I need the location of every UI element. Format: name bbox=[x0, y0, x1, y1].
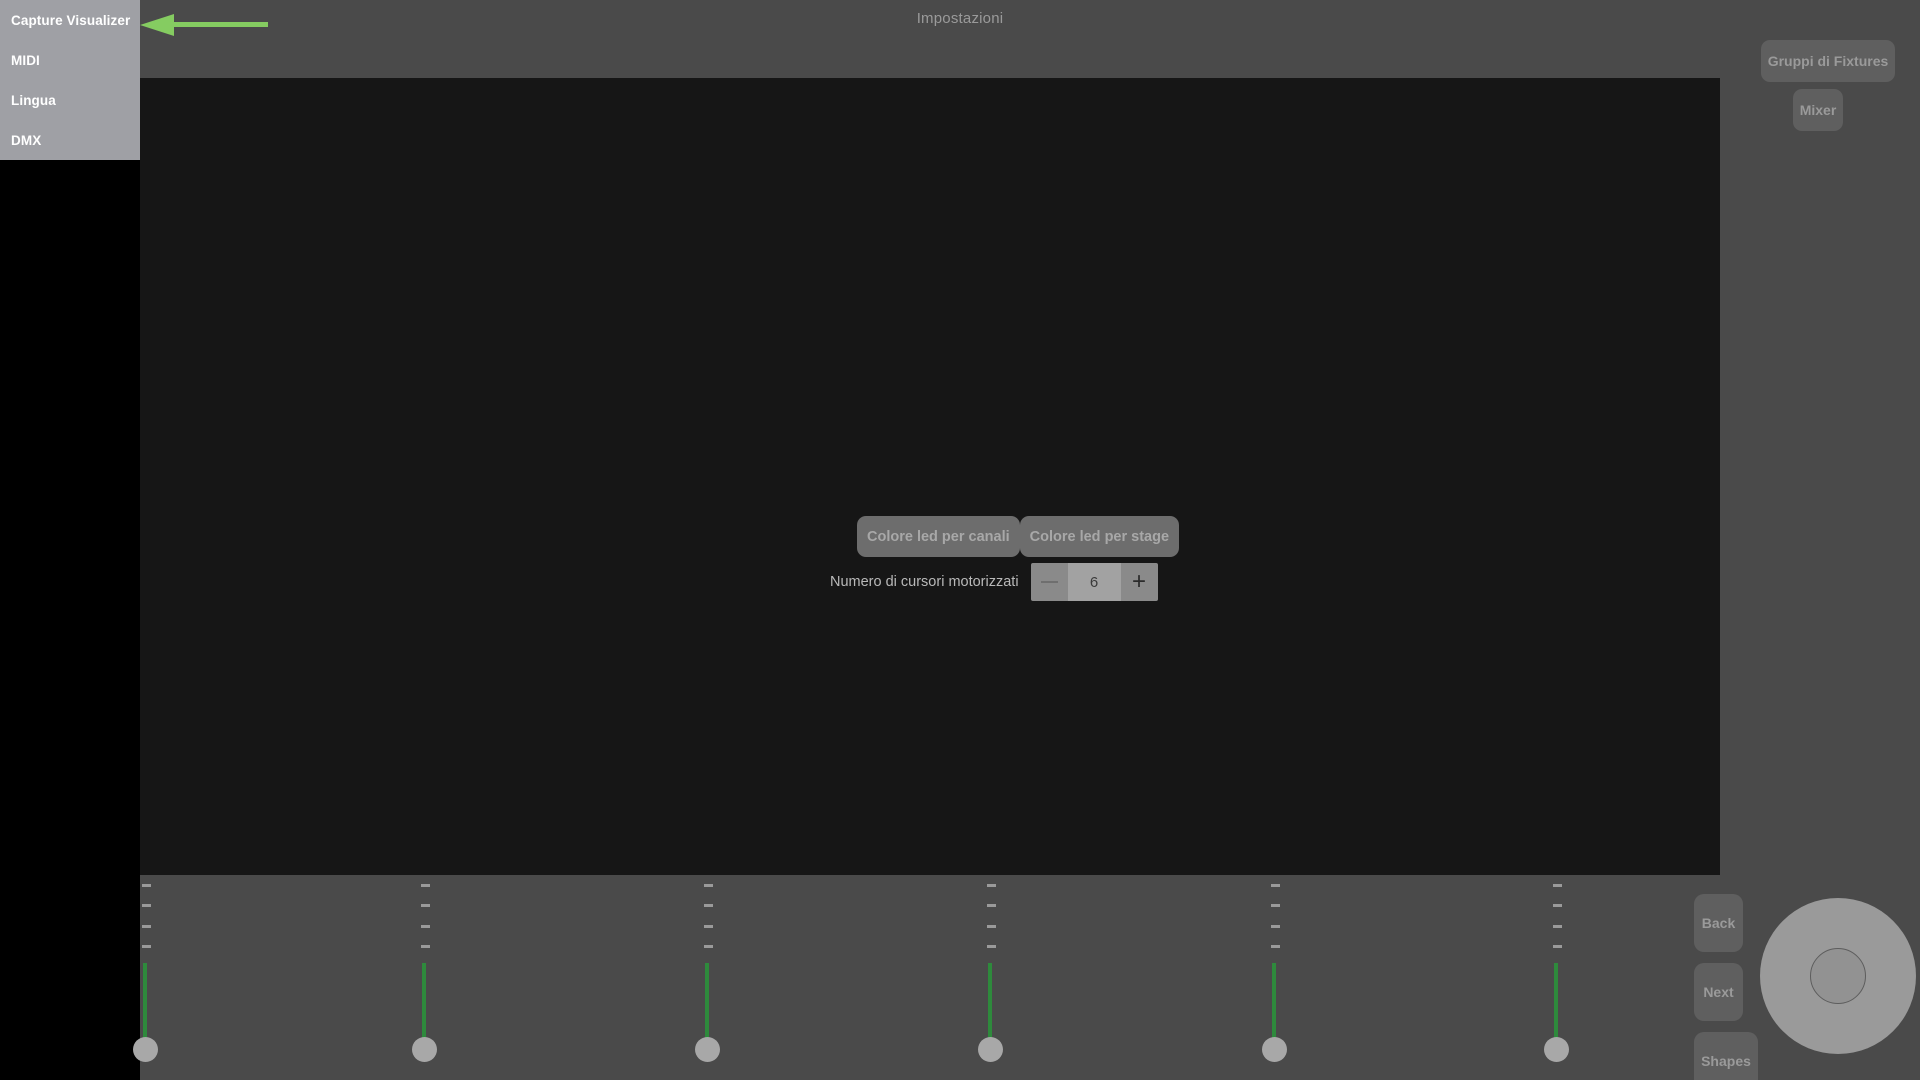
fader-2[interactable] bbox=[394, 875, 454, 1080]
mixer-button[interactable]: Mixer bbox=[1793, 89, 1843, 131]
jog-wheel[interactable] bbox=[1760, 898, 1916, 1054]
settings-sidebar-menu: Capture Visualizer MIDI Lingua DMX bbox=[0, 0, 140, 160]
fader-tick bbox=[1553, 925, 1562, 928]
top-bar: Impostazioni bbox=[0, 0, 1920, 78]
app-window: Impostazioni Colore led per canali Color… bbox=[0, 0, 1920, 1080]
fader-tick bbox=[1553, 904, 1562, 907]
fader-strip bbox=[140, 875, 1720, 1080]
fader-tick bbox=[987, 945, 996, 948]
fader-track bbox=[422, 963, 426, 1048]
fader-6[interactable] bbox=[1526, 875, 1586, 1080]
fader-tick bbox=[704, 945, 713, 948]
motorized-faders-row: Numero di cursori motorizzati 6 + bbox=[830, 563, 1158, 601]
sidebar-item-dmx[interactable]: DMX bbox=[11, 133, 41, 148]
fader-1[interactable] bbox=[115, 875, 175, 1080]
fader-track bbox=[1272, 963, 1276, 1048]
fader-4[interactable] bbox=[960, 875, 1020, 1080]
minus-icon bbox=[1040, 581, 1058, 583]
fader-tick bbox=[1553, 884, 1562, 887]
shapes-button[interactable]: Shapes bbox=[1694, 1032, 1758, 1080]
fader-tick bbox=[987, 884, 996, 887]
motorized-faders-value: 6 bbox=[1067, 563, 1121, 601]
motorized-faders-label: Numero di cursori motorizzati bbox=[830, 574, 1019, 590]
fader-track bbox=[988, 963, 992, 1048]
fader-tick bbox=[1271, 904, 1280, 907]
fader-tick bbox=[704, 925, 713, 928]
fader-5[interactable] bbox=[1244, 875, 1304, 1080]
fader-handle[interactable] bbox=[133, 1037, 158, 1062]
fader-handle[interactable] bbox=[695, 1037, 720, 1062]
fader-tick bbox=[704, 904, 713, 907]
fader-handle[interactable] bbox=[412, 1037, 437, 1062]
fader-tick bbox=[987, 925, 996, 928]
motorized-faders-stepper[interactable]: 6 + bbox=[1030, 563, 1158, 601]
fader-tick bbox=[142, 904, 151, 907]
fader-handle[interactable] bbox=[1544, 1037, 1569, 1062]
fader-tick bbox=[421, 945, 430, 948]
arrow-left-icon bbox=[140, 14, 268, 36]
sidebar-item-midi[interactable]: MIDI bbox=[11, 53, 40, 68]
fader-handle[interactable] bbox=[1262, 1037, 1287, 1062]
led-color-button-row: Colore led per canali Colore led per sta… bbox=[857, 516, 1180, 557]
fader-tick bbox=[1271, 925, 1280, 928]
fader-track bbox=[1554, 963, 1558, 1048]
next-button[interactable]: Next bbox=[1694, 963, 1743, 1021]
fader-tick bbox=[142, 945, 151, 948]
fader-handle[interactable] bbox=[978, 1037, 1003, 1062]
fader-tick bbox=[1553, 945, 1562, 948]
settings-controls-group: Colore led per canali Colore led per sta… bbox=[830, 516, 1180, 606]
gruppi-di-fixtures-button[interactable]: Gruppi di Fixtures bbox=[1761, 40, 1895, 82]
annotation-arrow bbox=[140, 14, 270, 38]
fader-tick bbox=[421, 884, 430, 887]
decrement-button[interactable] bbox=[1030, 563, 1068, 601]
fader-tick bbox=[1271, 945, 1280, 948]
page-title: Impostazioni bbox=[916, 10, 1004, 27]
fader-tick bbox=[421, 925, 430, 928]
settings-work-panel: Colore led per canali Colore led per sta… bbox=[140, 78, 1720, 875]
fader-tick bbox=[1271, 884, 1280, 887]
fader-3[interactable] bbox=[677, 875, 737, 1080]
colore-led-per-stage-button[interactable]: Colore led per stage bbox=[1019, 516, 1180, 557]
fader-tick bbox=[704, 884, 713, 887]
fader-tick bbox=[987, 904, 996, 907]
fader-tick bbox=[142, 884, 151, 887]
sidebar-item-capture-visualizer[interactable]: Capture Visualizer bbox=[11, 13, 130, 28]
fader-track bbox=[143, 963, 147, 1048]
jog-wheel-center[interactable] bbox=[1810, 948, 1866, 1004]
colore-led-per-canali-button[interactable]: Colore led per canali bbox=[857, 516, 1020, 557]
sidebar-item-lingua[interactable]: Lingua bbox=[11, 93, 56, 108]
increment-button[interactable]: + bbox=[1120, 563, 1158, 601]
fader-tick bbox=[142, 925, 151, 928]
back-button[interactable]: Back bbox=[1694, 894, 1743, 952]
fader-track bbox=[705, 963, 709, 1048]
fader-tick bbox=[421, 904, 430, 907]
